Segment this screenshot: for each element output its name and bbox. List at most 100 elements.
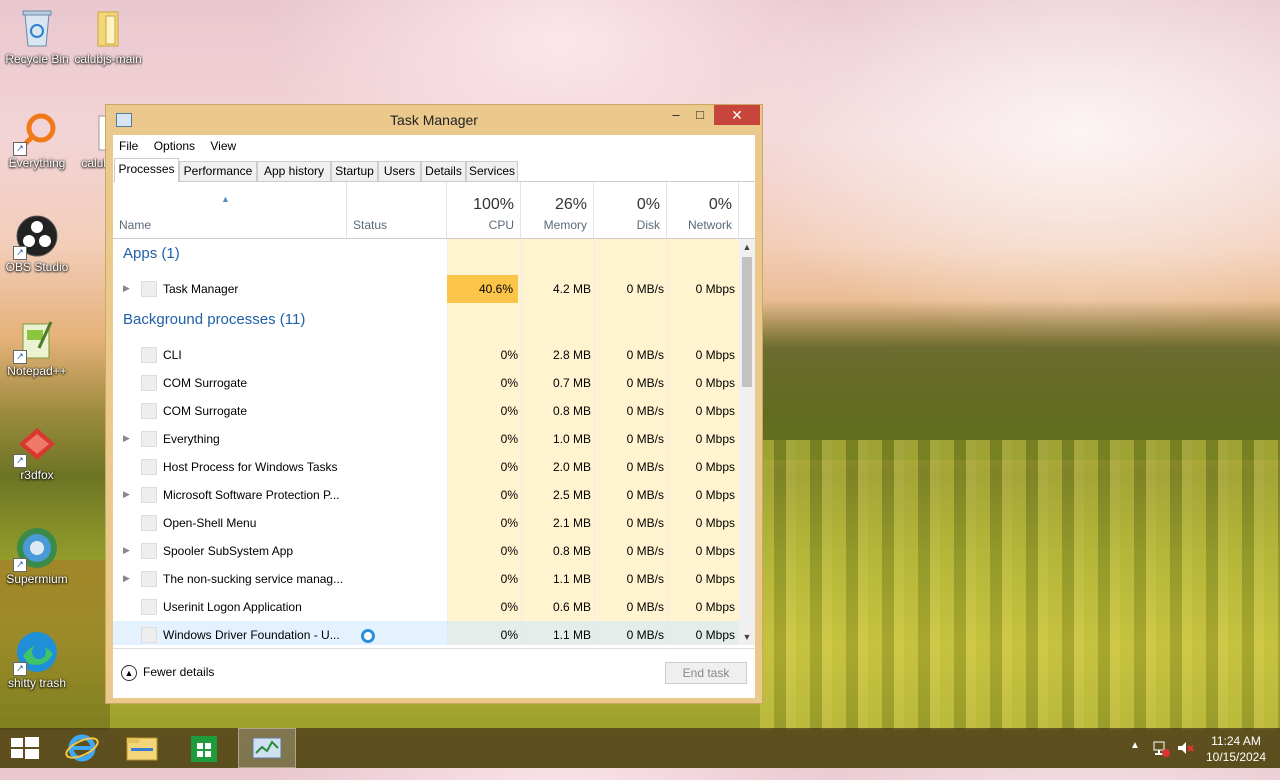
show-hidden-icons-icon[interactable]: ▲: [1130, 740, 1144, 780]
scrollbar-thumb[interactable]: [742, 257, 752, 387]
process-cpu-value: 0%: [500, 460, 518, 474]
column-memory[interactable]: 26% Memory: [521, 182, 594, 238]
process-icon: [141, 403, 157, 419]
scroll-up-icon[interactable]: ▲: [739, 239, 755, 255]
desktop-icon-supermium[interactable]: ↗ Supermium: [1, 526, 73, 586]
group-header-apps: Apps (1): [123, 245, 180, 262]
shortcut-arrow-icon: ↗: [13, 558, 27, 572]
taskbar-task-manager[interactable]: [238, 728, 296, 768]
desktop-icon-obs-studio[interactable]: ↗ OBS Studio: [1, 214, 73, 274]
volume-muted-icon[interactable]: [1176, 739, 1194, 779]
menu-options[interactable]: Options: [148, 135, 201, 153]
process-memory-value: 1.0 MB: [552, 432, 591, 446]
desktop-icon-r3dfox[interactable]: ↗ r3dfox: [1, 422, 73, 482]
fewer-details-button[interactable]: ▲ Fewer details: [121, 665, 214, 681]
desktop-icon-calubjs-main[interactable]: calubjs-main: [72, 6, 144, 66]
expand-arrow-icon[interactable]: ▶: [123, 545, 130, 556]
taskbar-store[interactable]: [176, 728, 232, 768]
process-disk-value: 0 MB/s: [626, 572, 664, 586]
tab-performance[interactable]: Performance: [179, 161, 257, 181]
background-process-row[interactable]: Host Process for Windows Tasks 0% 2.0 MB 0 …: [113, 453, 739, 481]
system-clock[interactable]: 11:24 AM 10/15/2024: [1200, 733, 1272, 765]
tab-services[interactable]: Services: [466, 161, 518, 181]
cpu-total-percent: 100%: [473, 196, 514, 213]
desktop-icon-label: Notepad++: [7, 364, 67, 378]
tab-startup[interactable]: Startup: [331, 161, 378, 181]
process-network-value: 0 Mbps: [695, 488, 735, 502]
process-name: Microsoft Software Protection P...: [163, 488, 340, 502]
process-network-value: 0 Mbps: [695, 432, 735, 446]
process-memory-value: 0.8 MB: [552, 544, 591, 558]
internet-explorer-icon: [65, 734, 99, 762]
desktop-icon-calub[interactable]: calub: [60, 110, 110, 170]
column-status[interactable]: Status: [347, 182, 447, 238]
desktop-icon-recycle-bin[interactable]: Recycle Bin: [1, 6, 73, 66]
obs-icon: ↗: [13, 214, 59, 260]
tab-details[interactable]: Details: [421, 161, 466, 181]
background-process-row[interactable]: COM Surrogate 0% 0.7 MB 0 MB/s 0 Mbps: [113, 369, 739, 397]
column-cpu[interactable]: 100% CPU: [447, 182, 521, 238]
background-process-row[interactable]: Userinit Logon Application 0% 0.6 MB 0 MB/s…: [113, 593, 739, 621]
process-memory-value: 0.8 MB: [552, 404, 591, 418]
shortcut-arrow-icon: ↗: [13, 662, 27, 676]
process-memory-value: 1.1 MB: [552, 628, 591, 642]
tab-users[interactable]: Users: [378, 161, 421, 181]
wallpaper-grass: [760, 440, 1280, 730]
memory-total-percent: 26%: [554, 196, 587, 213]
process-cpu-value: 0%: [500, 376, 518, 390]
tab-app-history[interactable]: App history: [257, 161, 331, 181]
process-icon: [141, 599, 157, 615]
menu-view[interactable]: View: [204, 135, 242, 153]
scroll-down-icon[interactable]: ▼: [739, 629, 755, 645]
process-disk-value: 0 MB/s: [626, 628, 664, 642]
background-process-row[interactable]: ▶ Spooler SubSystem App 0% 0.8 MB 0 MB/s 0 Mb…: [113, 537, 739, 565]
process-memory-value: 2.8 MB: [552, 348, 591, 362]
start-icon: [11, 737, 39, 759]
background-process-row[interactable]: ▶ Microsoft Software Protection P... 0% 2.5…: [113, 481, 739, 509]
menu-file[interactable]: File: [113, 135, 144, 153]
process-network-value: 0 Mbps: [695, 282, 735, 296]
column-cpu-label: CPU: [488, 218, 514, 232]
start-button[interactable]: [0, 728, 56, 768]
maximize-button[interactable]: □: [686, 105, 714, 125]
wallpaper-trees: [760, 300, 1280, 460]
vertical-scrollbar[interactable]: ▲ ▼: [739, 239, 755, 645]
tab-processes[interactable]: Processes: [114, 158, 179, 182]
background-process-row[interactable]: ▶ Everything 0% 1.0 MB 0 MB/s 0 Mbps: [113, 425, 739, 453]
process-name: Userinit Logon Application: [163, 600, 302, 614]
taskbar-file-explorer[interactable]: [114, 728, 170, 768]
everything-search-icon: ↗: [13, 110, 59, 156]
desktop-icon-notepad-plus-plus[interactable]: ↗ Notepad++: [1, 318, 73, 378]
background-process-row[interactable]: CLI 0% 2.8 MB 0 MB/s 0 Mbps: [113, 341, 739, 369]
app-row[interactable]: ▶ Task Manager 40.6% 4.2 MB 0 MB/s 0 Mbps: [113, 275, 739, 303]
process-cpu-value: 40.6%: [447, 275, 518, 303]
network-icon[interactable]: [1152, 739, 1170, 779]
desktop-icon-shitty-trash[interactable]: ↗ shitty trash: [1, 630, 73, 690]
network-total-percent: 0%: [708, 196, 732, 213]
process-cpu-value: 0%: [500, 544, 518, 558]
process-name: Spooler SubSystem App: [163, 544, 294, 558]
expand-arrow-icon[interactable]: ▶: [123, 573, 130, 584]
expand-arrow-icon[interactable]: ▶: [123, 433, 130, 444]
process-cpu-value: 0%: [500, 348, 518, 362]
column-network[interactable]: 0% Network: [667, 182, 739, 238]
process-icon: [141, 347, 157, 363]
column-name[interactable]: ▲ Name: [113, 182, 347, 238]
expand-arrow-icon[interactable]: ▶: [123, 283, 130, 294]
taskbar-internet-explorer[interactable]: [54, 728, 110, 768]
title-bar[interactable]: Task Manager – □ ✕: [106, 105, 762, 135]
process-memory-value: 0.6 MB: [552, 600, 591, 614]
process-network-value: 0 Mbps: [695, 460, 735, 474]
close-button[interactable]: ✕: [714, 105, 760, 125]
file-explorer-icon: [126, 737, 158, 761]
background-process-row[interactable]: ▶ The non-sucking service manag... 0% 1.1 M…: [113, 565, 739, 593]
shortcut-arrow-icon: ↗: [13, 142, 27, 156]
column-disk[interactable]: 0% Disk: [594, 182, 667, 238]
background-process-row[interactable]: Open-Shell Menu 0% 2.1 MB 0 MB/s 0 Mbps: [113, 509, 739, 537]
background-process-row[interactable]: COM Surrogate 0% 0.8 MB 0 MB/s 0 Mbps: [113, 397, 739, 425]
column-memory-label: Memory: [543, 218, 587, 232]
expand-arrow-icon[interactable]: ▶: [123, 489, 130, 500]
process-disk-value: 0 MB/s: [626, 544, 664, 558]
background-process-row[interactable]: Windows Driver Foundation - U... 0% 1.1 MB…: [113, 621, 739, 645]
end-task-button[interactable]: End task: [665, 662, 747, 684]
